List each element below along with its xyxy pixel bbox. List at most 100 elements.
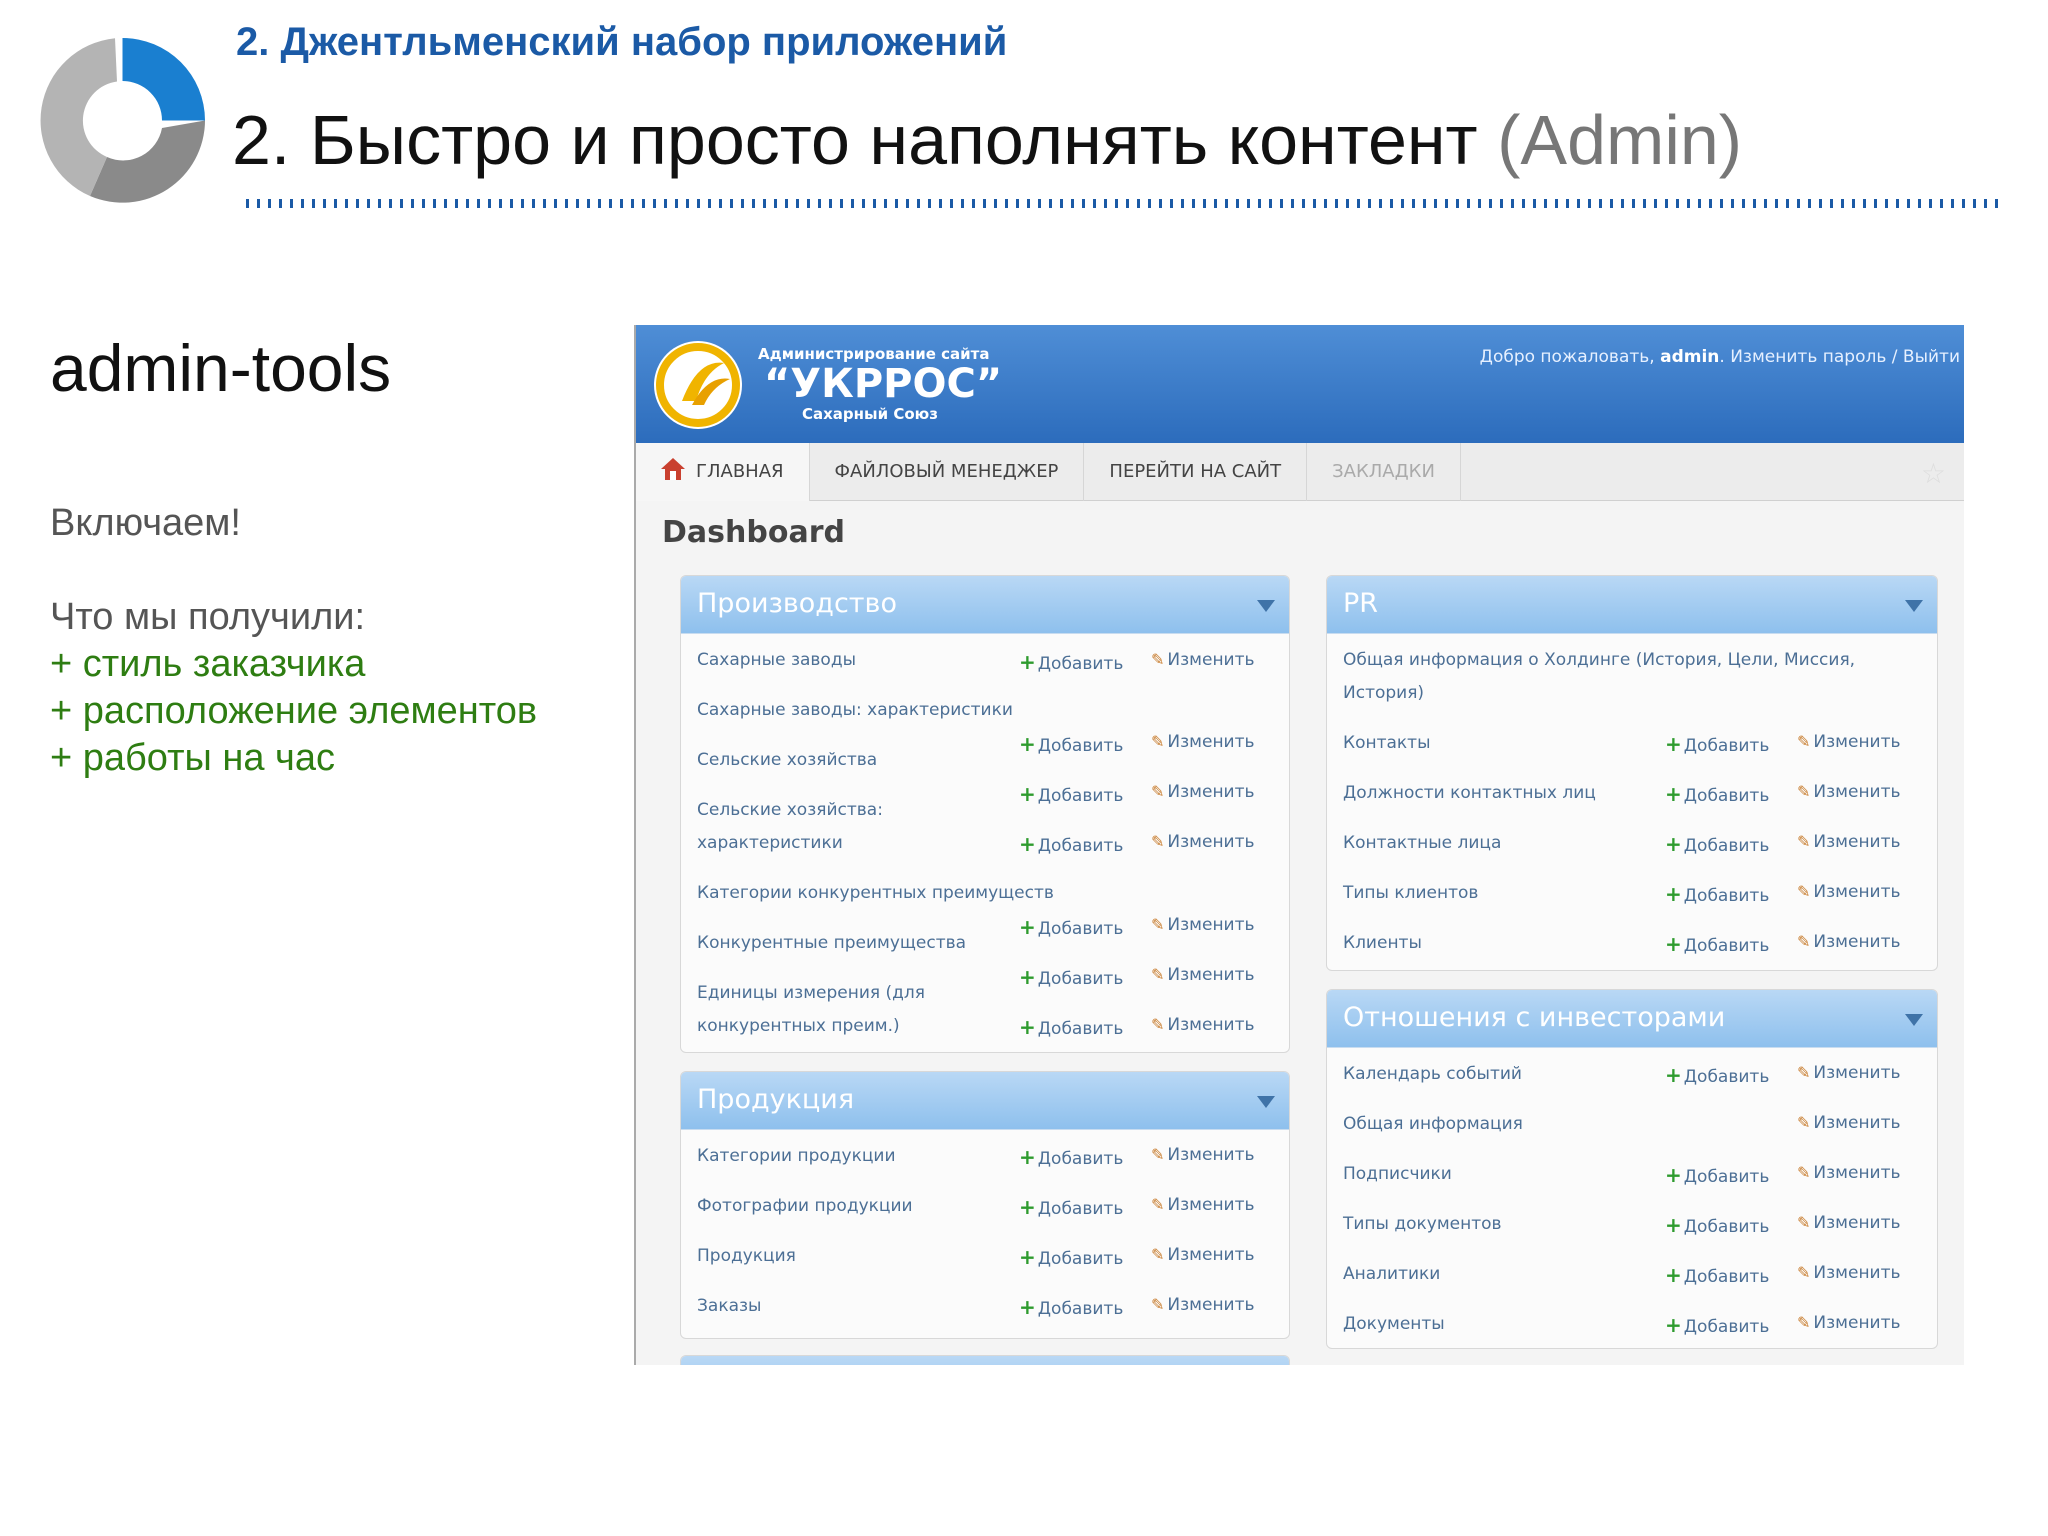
add-link[interactable]: + Добавить [1665,1213,1769,1237]
module-header[interactable]: Отношения с инвесторами [1327,990,1937,1048]
plus-icon: + [1665,1063,1682,1087]
logout-link[interactable]: Выйти [1903,347,1960,367]
slide-title: 2. Быстро и просто наполнять контент (Ad… [232,100,1742,180]
pencil-icon: ✎ [1797,832,1811,851]
star-icon[interactable]: ☆ [1921,457,1946,490]
add-link[interactable]: + Добавить [1019,1145,1123,1169]
plus-icon: + [1665,1163,1682,1187]
ukrros-emblem-icon [654,341,742,429]
change-link[interactable]: ✎ Изменить [1151,832,1255,852]
change-link[interactable]: ✎ Изменить [1797,832,1901,852]
plus-icon: + [1019,1195,1036,1219]
nav-bookmarks[interactable]: ЗАКЛАДКИ [1307,443,1461,501]
add-link[interactable]: + Добавить [1665,832,1769,856]
change-link[interactable]: ✎ Изменить [1151,1145,1255,1165]
nav-home[interactable]: ГЛАВНАЯ [636,443,810,501]
add-link[interactable]: + Добавить [1665,1313,1769,1337]
bullet-3: + работы на час [50,737,335,779]
module-header[interactable]: Продукция [681,1072,1289,1130]
add-link[interactable]: + Добавить [1019,1245,1123,1269]
add-link[interactable]: + Добавить [1665,1263,1769,1287]
module-header[interactable] [681,1356,1289,1365]
add-link[interactable]: + Добавить [1019,1195,1123,1219]
module-header[interactable]: Производство [681,576,1289,634]
plus-icon: + [1019,1145,1036,1169]
admin-header: Администрирование сайта “УКРРОС” Сахарны… [636,325,1964,443]
pencil-icon: ✎ [1151,782,1165,801]
collapse-arrow-icon[interactable] [1257,600,1275,612]
plus-icon: + [1019,1245,1036,1269]
change-link[interactable]: ✎ Изменить [1151,782,1255,802]
add-link[interactable]: + Добавить [1665,932,1769,956]
add-link[interactable]: + Добавить [1019,732,1123,756]
nav-file-manager[interactable]: ФАЙЛОВЫЙ МЕНЕДЖЕР [810,443,1085,501]
change-link[interactable]: ✎ Изменить [1151,1195,1255,1215]
change-link[interactable]: ✎ Изменить [1797,932,1901,952]
brand-name: “УКРРОС” [764,361,1003,407]
add-link[interactable]: + Добавить [1665,1063,1769,1087]
plus-icon: + [1665,932,1682,956]
add-link[interactable]: + Добавить [1665,1163,1769,1187]
change-link[interactable]: ✎ Изменить [1797,782,1901,802]
add-link[interactable]: + Добавить [1019,915,1123,939]
brand-subtitle: Сахарный Союз [802,405,938,423]
plus-icon: + [1019,732,1036,756]
bullet-1: + стиль заказчика [50,643,366,685]
plus-icon: + [1019,782,1036,806]
pencil-icon: ✎ [1797,882,1811,901]
slide-subtitle: 2. Джентльменский набор приложений [236,20,1008,64]
pencil-icon: ✎ [1151,965,1165,984]
plus-icon: + [1019,1295,1036,1319]
collapse-arrow-icon[interactable] [1257,1096,1275,1108]
module-header[interactable]: PR [1327,576,1937,634]
change-link[interactable]: ✎ Изменить [1151,915,1255,935]
add-link[interactable]: + Добавить [1665,782,1769,806]
add-link[interactable]: + Добавить [1665,882,1769,906]
plus-icon: + [1665,782,1682,806]
pencil-icon: ✎ [1151,1245,1165,1264]
plus-icon: + [1665,732,1682,756]
change-link[interactable]: ✎ Изменить [1797,1313,1901,1333]
add-link[interactable]: + Добавить [1019,650,1123,674]
slide: 2. Джентльменский набор приложений 2. Бы… [0,0,2048,1536]
module-next [680,1355,1290,1365]
change-link[interactable]: ✎ Изменить [1151,650,1255,670]
plus-icon: + [1665,1313,1682,1337]
add-link[interactable]: + Добавить [1665,732,1769,756]
change-link[interactable]: ✎ Изменить [1797,1263,1901,1283]
admin-screenshot: Администрирование сайта “УКРРОС” Сахарны… [634,325,1964,1365]
change-link[interactable]: ✎ Изменить [1797,1163,1901,1183]
plus-icon: + [1019,1015,1036,1039]
change-link[interactable]: ✎ Изменить [1797,1063,1901,1083]
change-link[interactable]: ✎ Изменить [1797,1213,1901,1233]
nav-go-to-site[interactable]: ПЕРЕЙТИ НА САЙТ [1084,443,1308,501]
username: admin [1660,347,1720,367]
collapse-arrow-icon[interactable] [1905,600,1923,612]
change-link[interactable]: ✎ Изменить [1151,732,1255,752]
change-link[interactable]: ✎ Изменить [1151,965,1255,985]
change-password-link[interactable]: Изменить пароль [1730,347,1886,367]
pencil-icon: ✎ [1151,915,1165,934]
add-link[interactable]: + Добавить [1019,782,1123,806]
plus-icon: + [1665,1213,1682,1237]
pencil-icon: ✎ [1151,832,1165,851]
add-link[interactable]: + Добавить [1019,832,1123,856]
change-link[interactable]: ✎ Изменить [1151,1245,1255,1265]
pencil-icon: ✎ [1797,1113,1811,1132]
add-link[interactable]: + Добавить [1019,965,1123,989]
bullet-2: + расположение элементов [50,690,538,732]
title-main: 2. Быстро и просто наполнять контент [232,101,1478,179]
module-products: Продукция Категории продукции Фотографии… [680,1071,1290,1339]
change-link[interactable]: ✎ Изменить [1151,1295,1255,1315]
change-link[interactable]: ✎ Изменить [1151,1015,1255,1035]
dashboard-title: Dashboard [662,515,845,550]
change-link[interactable]: ✎ Изменить [1797,882,1901,902]
pencil-icon: ✎ [1797,932,1811,951]
collapse-arrow-icon[interactable] [1905,1014,1923,1026]
add-link[interactable]: + Добавить [1019,1295,1123,1319]
left-heading: admin-tools [50,331,392,405]
change-link[interactable]: ✎ Изменить [1797,1113,1901,1133]
add-link[interactable]: + Добавить [1019,1015,1123,1039]
pencil-icon: ✎ [1797,782,1811,801]
change-link[interactable]: ✎ Изменить [1797,732,1901,752]
